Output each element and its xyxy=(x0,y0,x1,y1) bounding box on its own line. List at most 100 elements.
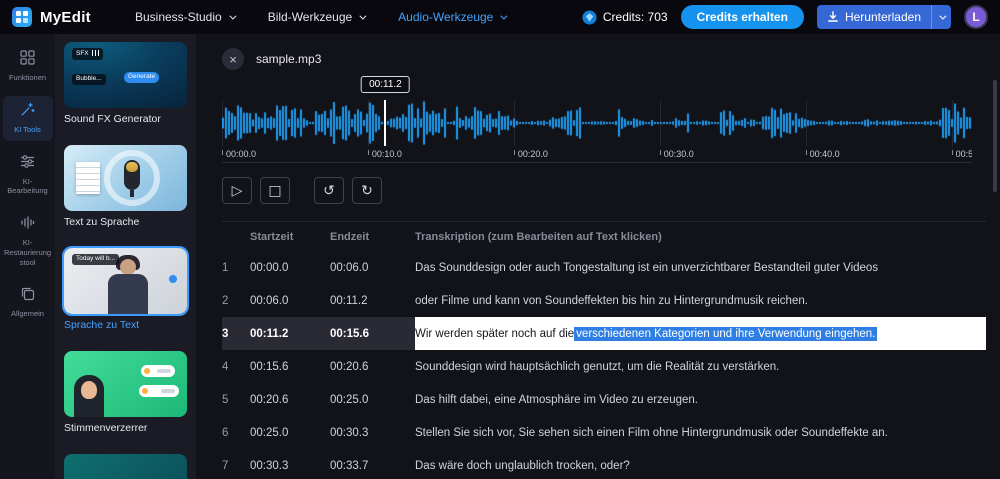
get-credits-button[interactable]: Credits erhalten xyxy=(680,5,804,29)
tool-label: Sound FX Generator xyxy=(64,113,161,125)
transcript-text[interactable]: Stellen Sie sich vor, Sie sehen sich ein… xyxy=(415,416,986,449)
avatar[interactable]: L xyxy=(964,5,988,29)
chevron-down-icon xyxy=(939,12,947,20)
tick-label: 00:00.0 xyxy=(226,149,257,159)
row-start-time[interactable]: 00:20.6 xyxy=(250,394,330,406)
transcript-row-2[interactable]: 2 00:06.0 00:11.2 oder Filme und kann von S… xyxy=(222,284,986,317)
tool-label: Stimmenverzerrer xyxy=(64,422,148,434)
transcript-text[interactable]: oder Filme und kann von Soundeffekten bi… xyxy=(415,284,986,317)
tool-thumbnail-item[interactable] xyxy=(64,454,187,479)
row-end-time[interactable]: 00:06.0 xyxy=(330,262,415,274)
transcription-table: Startzeit Endzeit Transkription (zum Bea… xyxy=(222,221,986,479)
tool-label: Text zu Sprache xyxy=(64,216,140,228)
tool-item[interactable] xyxy=(64,454,187,479)
row-start-time[interactable]: 00:11.2 xyxy=(250,328,330,340)
download-label: Herunterladen xyxy=(844,10,921,24)
col-startzeit: Startzeit xyxy=(250,231,294,243)
row-end-time[interactable]: 00:33.7 xyxy=(330,460,415,472)
row-number: 1 xyxy=(222,261,229,274)
undo-icon: ↺ xyxy=(323,182,335,199)
sidebar-item-funktionen[interactable]: Funktionen xyxy=(3,44,53,89)
undo-button[interactable]: ↺ xyxy=(314,177,344,204)
transcript-text[interactable]: Sounddesign wird hauptsächlich genutzt, … xyxy=(415,350,986,383)
nav-audio-werkzeuge[interactable]: Audio-Werkzeuge xyxy=(398,10,508,24)
transcript-text[interactable]: Das Sounddesign oder auch Tongestaltung … xyxy=(415,251,986,284)
tool-thumbnail-sound-fx-generator[interactable]: SFX Bubble... Generate xyxy=(64,42,187,108)
sidebar-item-label: KI-Restaurierungstool xyxy=(3,238,52,267)
transcript-row-1[interactable]: 1 00:00.0 00:06.0 Das Sounddesign oder auch… xyxy=(222,251,986,284)
credits-label: Credits: 703 xyxy=(602,10,668,24)
col-transkription: Transkription (zum Bearbeiten auf Text k… xyxy=(415,231,662,243)
tick-mark xyxy=(513,150,515,155)
transcript-text-plain: oder Filme und kann von Soundeffekten bi… xyxy=(415,294,808,307)
scrollbar-thumb[interactable] xyxy=(993,80,997,192)
tick-mark xyxy=(659,150,661,155)
tools-panel: SFX Bubble... Generate Sound FX Generator Te… xyxy=(55,34,196,479)
top-nav: Business-Studio Bild-Werkzeuge Audio-Werkz… xyxy=(134,10,508,24)
waveform-canvas xyxy=(222,100,972,146)
table-header-row: Startzeit Endzeit Transkription (zum Bea… xyxy=(222,222,986,251)
copy-icon xyxy=(20,286,35,306)
nav-label: Business-Studio xyxy=(134,10,222,24)
row-start-time[interactable]: 00:25.0 xyxy=(250,427,330,439)
timeline-tick: 00:30.0 xyxy=(659,149,694,159)
play-button[interactable]: ▷ xyxy=(222,177,252,204)
download-button[interactable]: Herunterladen xyxy=(816,5,931,29)
tick-mark xyxy=(367,150,369,155)
tool-sound-fx-generator[interactable]: SFX Bubble... Generate Sound FX Generator xyxy=(64,42,187,126)
transcript-row-6[interactable]: 6 00:25.0 00:30.3 Stellen Sie sich vor, Sie… xyxy=(222,416,986,449)
download-caret-button[interactable] xyxy=(931,5,951,29)
row-end-time[interactable]: 00:30.3 xyxy=(330,427,415,439)
chevron-down-icon xyxy=(359,12,367,20)
tool-text-zu-sprache[interactable]: Text zu Sprache xyxy=(64,145,187,229)
sfx-chip: SFX xyxy=(72,48,103,60)
close-button[interactable]: × xyxy=(222,48,244,70)
tick-mark xyxy=(951,150,953,155)
transcript-text-selected: verschiedenen Kategorien und ihre Verwen… xyxy=(574,326,878,341)
row-start-time[interactable]: 00:00.0 xyxy=(250,262,330,274)
row-end-time[interactable]: 00:20.6 xyxy=(330,361,415,373)
sidebar-item-ki-bearbeitung[interactable]: KI-Bearbeitung xyxy=(3,148,53,203)
microphone-illustration xyxy=(124,160,140,197)
app-root: MyEdit Business-Studio Bild-Werkzeuge Audi… xyxy=(0,0,1000,479)
row-end-time[interactable]: 00:15.6 xyxy=(330,328,415,340)
row-end-time[interactable]: 00:25.0 xyxy=(330,394,415,406)
file-header: × sample.mp3 xyxy=(222,48,1000,70)
waveform[interactable] xyxy=(222,100,972,146)
row-end-time[interactable]: 00:11.2 xyxy=(330,295,415,307)
transcript-row-3[interactable]: 3 00:11.2 00:15.6 Wir werden später noch au… xyxy=(222,317,986,350)
row-start-time[interactable]: 00:30.3 xyxy=(250,460,330,472)
row-start-time[interactable]: 00:06.0 xyxy=(250,295,330,307)
table-body: 1 00:00.0 00:06.0 Das Sounddesign oder auch… xyxy=(222,251,986,479)
logo[interactable]: MyEdit xyxy=(12,7,91,27)
tool-thumbnail-text-zu-sprache[interactable] xyxy=(64,145,187,211)
tool-label: Sprache zu Text xyxy=(64,319,140,331)
nav-bild-werkzeuge[interactable]: Bild-Werkzeuge xyxy=(268,10,367,24)
redo-button[interactable]: ↻ xyxy=(352,177,382,204)
row-start-time[interactable]: 00:15.6 xyxy=(250,361,330,373)
tool-stimmenverzerrer[interactable]: Stimmenverzerrer xyxy=(64,351,187,435)
playhead[interactable] xyxy=(384,100,387,146)
tool-thumbnail-sprache-zu-text[interactable]: Today will b... xyxy=(62,246,189,316)
stop-button[interactable]: □ xyxy=(260,177,290,204)
tick-label: 00:30.0 xyxy=(663,149,694,159)
col-number xyxy=(222,231,250,243)
transcript-text[interactable]: Das hilft dabei, eine Atmosphäre im Vide… xyxy=(415,383,986,416)
myedit-logo-icon[interactable] xyxy=(12,7,32,27)
sidebar-item-allgemein[interactable]: Allgemein xyxy=(3,280,53,325)
transcript-text[interactable]: Das wäre doch unglaublich trocken, oder? xyxy=(415,449,986,479)
sidebar-item-ki-tools[interactable]: KI Tools xyxy=(2,95,53,141)
transcript-row-4[interactable]: 4 00:15.6 00:20.6 Sounddesign wird hauptsäc… xyxy=(222,350,986,383)
sidebar-item-ki-restaurierungstool[interactable]: KI-Restaurierungstool xyxy=(3,209,53,273)
myedit-logo-text[interactable]: MyEdit xyxy=(40,9,91,26)
tool-sprache-zu-text[interactable]: Today will b... Sprache zu Text xyxy=(62,246,189,332)
sidebar-item-label: Allgemein xyxy=(11,309,44,319)
script-page xyxy=(76,162,100,194)
transcript-row-7[interactable]: 7 00:30.3 00:33.7 Das wäre doch unglaublich… xyxy=(222,449,986,479)
nav-business-studio[interactable]: Business-Studio xyxy=(134,10,237,24)
timeline-ruler[interactable]: 00:00.0 00:10.0 00:20.0 00:30.0 00:40.0 00:50… xyxy=(222,146,972,163)
transcript-row-5[interactable]: 5 00:20.6 00:25.0 Das hilft dabei, eine Atm… xyxy=(222,383,986,416)
tool-thumbnail-stimmenverzerrer[interactable] xyxy=(64,351,187,417)
playhead-time-tooltip: 00:11.2 xyxy=(361,76,410,93)
transcript-text[interactable]: Wir werden später noch auf die verschied… xyxy=(415,317,986,350)
